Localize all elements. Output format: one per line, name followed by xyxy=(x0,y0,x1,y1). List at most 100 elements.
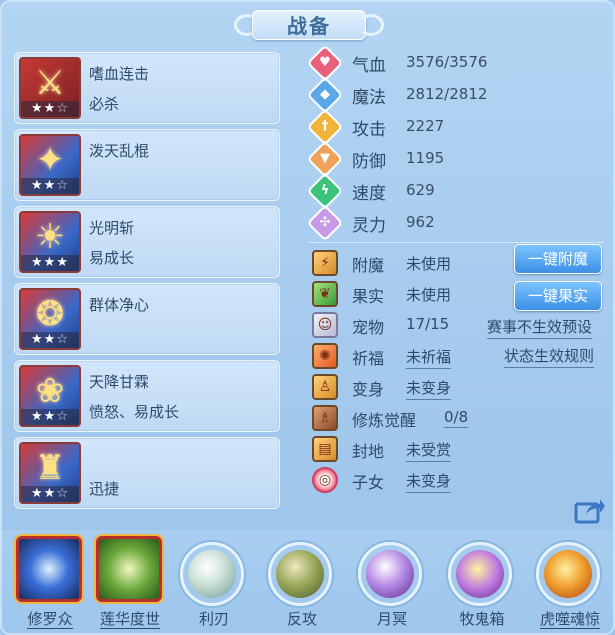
tray-item[interactable]: 反攻 xyxy=(262,536,342,633)
enchant-icon: ⚡ xyxy=(312,250,338,276)
tray-item-icon xyxy=(358,542,422,606)
skill-stars: ★★☆ xyxy=(21,409,79,425)
attach-value-link[interactable]: 0/8 xyxy=(444,408,469,428)
skill-name: 光明斩 xyxy=(89,219,135,237)
skill-stars: ★★☆ xyxy=(21,101,79,117)
attach-label: 子女 xyxy=(352,473,385,492)
skill-desc: 愤怒、易成长 xyxy=(89,403,180,421)
stat-label: 防御 xyxy=(352,152,386,172)
panel-title-banner: 战备 xyxy=(234,4,384,44)
speed-icon: ϟ xyxy=(306,172,344,210)
tray-item[interactable]: 月冥 xyxy=(352,536,432,633)
skill-icon: ⚔ ★★☆ xyxy=(19,57,81,119)
pet-icon: ☺ xyxy=(312,312,338,338)
stat-attack: † 攻击 2227 xyxy=(306,108,610,146)
section-divider xyxy=(308,242,604,243)
tray-item[interactable]: 牧鬼箱 xyxy=(442,536,522,633)
title-ornament-right xyxy=(358,14,384,36)
stat-defense: ▼ 防御 1195 xyxy=(306,140,610,178)
tray-item-label: 莲华度世 xyxy=(99,610,160,629)
stat-label: 攻击 xyxy=(352,120,386,140)
skill-icon: ❀ ★★☆ xyxy=(19,365,81,427)
tray-item-label: 月冥 xyxy=(376,610,407,628)
page-title: 战备 xyxy=(287,13,331,38)
tray-item[interactable]: 莲华度世 xyxy=(90,536,170,633)
stat-value: 2227 xyxy=(406,117,445,135)
skill-desc: 易成长 xyxy=(89,249,135,267)
attach-label: 宠物 xyxy=(352,318,385,337)
stat-spirit: ✣ 灵力 962 xyxy=(306,204,610,242)
skill-icon: ❂ ★★☆ xyxy=(19,288,81,350)
shield-icon: ▼ xyxy=(306,140,344,178)
stat-label: 魔法 xyxy=(352,88,386,108)
stat-value: 1195 xyxy=(406,149,445,167)
stat-value: 3576/3576 xyxy=(406,53,488,71)
skill-row[interactable]: ☀ ★★★ 光明斩 易成长 xyxy=(14,206,280,278)
tray-item-label: 修罗众 xyxy=(27,610,73,629)
stat-hp: ♥ 气血 3576/3576 xyxy=(306,44,610,82)
attach-value-link[interactable]: 未受赏 xyxy=(406,439,452,462)
attach-value: 未使用 xyxy=(406,286,452,304)
attach-child[interactable]: ◎ 子女 未变身 xyxy=(310,465,610,495)
sword-icon: † xyxy=(306,108,344,146)
attach-transform[interactable]: ♙ 变身 未变身 xyxy=(310,372,610,402)
tray-item-label: 虎噬魂惊 xyxy=(539,610,600,629)
stat-label: 速度 xyxy=(352,184,386,204)
blessing-icon: ✺ xyxy=(312,343,338,369)
one-click-fruit-button[interactable]: 一键果实 xyxy=(514,281,602,311)
skill-name: 泼天乱棍 xyxy=(89,142,150,160)
share-icon[interactable] xyxy=(574,496,606,524)
attach-cultivate[interactable]: ♗ 修炼觉醒 0/8 xyxy=(310,403,610,433)
attach-value: 17/15 xyxy=(406,315,450,333)
tray-item-icon xyxy=(536,542,600,606)
tray-item[interactable]: 虎噬魂惊 xyxy=(530,536,610,633)
skill-name: 嗜血连击 xyxy=(89,65,150,83)
skill-stars: ★★★ xyxy=(21,255,79,271)
battle-prep-panel: 战备 ⚔ ★★☆ 嗜血连击 必杀 ✦ ★★☆ 泼天乱棍 ☀ ★★★ 光明斩 易成… xyxy=(0,0,615,635)
tray-item-label: 利刃 xyxy=(198,610,229,628)
cultivate-icon: ♗ xyxy=(312,405,338,431)
skill-name: 天降甘霖 xyxy=(89,373,150,391)
attach-value-link[interactable]: 未变身 xyxy=(406,470,452,493)
attach-label: 封地 xyxy=(352,442,385,461)
skill-row[interactable]: ❂ ★★☆ 群体净心 xyxy=(14,283,280,355)
stat-label: 灵力 xyxy=(352,216,386,236)
stat-value: 962 xyxy=(406,213,435,231)
tray-item[interactable]: 利刃 xyxy=(174,536,254,633)
fruit-icon: ❦ xyxy=(312,281,338,307)
skill-row[interactable]: ⚔ ★★☆ 嗜血连击 必杀 xyxy=(14,52,280,124)
stat-mp: ◆ 魔法 2812/2812 xyxy=(306,76,610,114)
tray-item-icon xyxy=(16,536,82,602)
skill-stars: ★★☆ xyxy=(21,486,79,502)
stat-label: 气血 xyxy=(352,56,386,76)
skill-desc: 迅捷 xyxy=(89,480,120,498)
event-preset-link[interactable]: 赛事不生效预设 xyxy=(487,316,593,339)
skill-row[interactable]: ❀ ★★☆ 天降甘霖 愤怒、易成长 xyxy=(14,360,280,432)
skill-stars: ★★☆ xyxy=(21,332,79,348)
stat-speed: ϟ 速度 629 xyxy=(306,172,610,210)
attach-value-link[interactable]: 未变身 xyxy=(406,377,452,400)
skill-name: 群体净心 xyxy=(89,296,150,314)
tray-item-icon xyxy=(268,542,332,606)
skill-icon: ✦ ★★☆ xyxy=(19,134,81,196)
attach-label: 祈福 xyxy=(352,349,385,368)
one-click-enchant-button[interactable]: 一键附魔 xyxy=(514,244,602,274)
tray-item-icon xyxy=(180,542,244,606)
transform-icon: ♙ xyxy=(312,374,338,400)
skill-stars: ★★☆ xyxy=(21,178,79,194)
attach-fief[interactable]: ▤ 封地 未受赏 xyxy=(310,434,610,464)
tray-item[interactable]: 修罗众 xyxy=(10,536,90,633)
spirit-icon: ✣ xyxy=(306,204,344,242)
tray-item-label: 牧鬼箱 xyxy=(459,610,505,628)
attach-label: 果实 xyxy=(352,287,385,306)
fief-icon: ▤ xyxy=(312,436,338,462)
mana-icon: ◆ xyxy=(306,76,344,114)
attach-label: 附魔 xyxy=(352,256,385,275)
child-icon: ◎ xyxy=(312,467,338,493)
attach-value: 未使用 xyxy=(406,255,452,273)
heart-icon: ♥ xyxy=(306,44,344,82)
skill-row[interactable]: ♜ ★★☆ 迅捷 xyxy=(14,437,280,509)
status-rules-link[interactable]: 状态生效规则 xyxy=(504,345,595,368)
attach-value-link[interactable]: 未祈福 xyxy=(406,346,452,369)
skill-row[interactable]: ✦ ★★☆ 泼天乱棍 xyxy=(14,129,280,201)
